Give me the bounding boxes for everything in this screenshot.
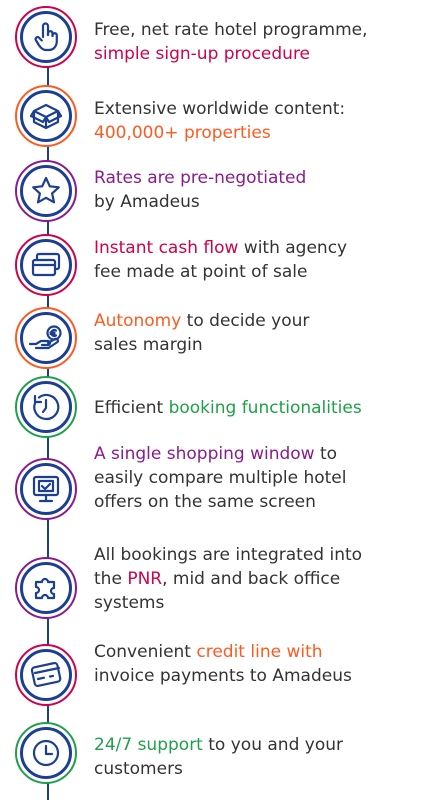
pointer-hand-icon (20, 11, 72, 63)
icon-badge (15, 85, 77, 147)
benefit-line: All bookings are integrated into (94, 545, 363, 565)
benefit-line: A single shopping window to (94, 442, 414, 466)
benefit-highlight: PNR (127, 569, 163, 589)
benefit-line: offers on the same screen (94, 492, 316, 512)
benefit-line: systems (94, 593, 165, 613)
benefit-highlight: simple sign-up procedure (94, 44, 311, 64)
clock-icon (20, 727, 72, 779)
benefit-highlight: Instant cash flow (94, 238, 239, 258)
monitor-check-icon (20, 463, 72, 515)
icon-badge (15, 458, 77, 520)
benefit-line: sales margin (94, 335, 203, 355)
puzzle-icon (20, 562, 72, 614)
benefit-text: Free, net rate hotel programme, simple s… (94, 18, 414, 66)
benefit-line: Convenient credit line with (94, 640, 414, 664)
benefit-line-start: the (94, 569, 128, 589)
benefit-line-rest: to (314, 444, 338, 464)
benefit-line-rest: , mid and back office (162, 569, 341, 589)
benefit-line: the PNR, mid and back office (94, 567, 414, 591)
benefit-text: Convenient credit line with invoice paym… (94, 640, 414, 688)
benefit-line: 24/7 support to you and your (94, 733, 414, 757)
benefit-highlight: credit line with (196, 642, 323, 662)
icon-badge (15, 644, 77, 706)
icon-badge (15, 160, 77, 222)
benefit-line: Instant cash flow with agency (94, 236, 414, 260)
benefit-text: Extensive worldwide content: 400,000+ pr… (94, 97, 414, 145)
benefit-text: Rates are pre-negotiated by Amadeus (94, 166, 414, 214)
benefit-text: Instant cash flow with agency fee made a… (94, 236, 414, 284)
box-icon (20, 90, 72, 142)
benefit-text: 24/7 support to you and your customers (94, 733, 414, 781)
benefit-line-rest: to you and your (202, 735, 343, 755)
benefit-highlight: 400,000+ properties (94, 123, 271, 143)
benefit-line: fee made at point of sale (94, 262, 308, 282)
benefit-line: by Amadeus (94, 192, 200, 212)
benefit-line: Extensive worldwide content: (94, 99, 346, 119)
benefit-highlight: A single shopping window (94, 444, 315, 464)
icon-badge (15, 307, 77, 369)
star-icon (20, 165, 72, 217)
icon-badge (15, 557, 77, 619)
benefit-line-rest: to decide your (181, 311, 310, 331)
benefit-highlight: 24/7 support (94, 735, 203, 755)
benefit-line-start: Efficient (94, 398, 169, 418)
benefit-text: Autonomy to decide your sales margin (94, 309, 414, 357)
euro-hand-icon (20, 312, 72, 364)
card-icon (20, 239, 72, 291)
benefit-line: Autonomy to decide your (94, 309, 414, 333)
clock-arrow-icon (20, 381, 72, 433)
benefit-line: easily compare multiple hotel (94, 468, 347, 488)
benefit-line: Free, net rate hotel programme, (94, 20, 368, 40)
benefit-line-start: Convenient (94, 642, 197, 662)
icon-badge (15, 376, 77, 438)
benefit-text: Efficient booking functionalities (94, 396, 414, 420)
benefit-highlight: Autonomy (94, 311, 182, 331)
benefit-highlight: Rates are pre-negotiated (94, 168, 307, 188)
benefit-line-rest: with agency (238, 238, 348, 258)
credit-card-icon (20, 649, 72, 701)
benefit-line: Efficient booking functionalities (94, 396, 414, 420)
benefit-line: customers (94, 759, 183, 779)
benefit-line: invoice payments to Amadeus (94, 666, 352, 686)
icon-badge (15, 234, 77, 296)
icon-badge (15, 722, 77, 784)
benefit-text: A single shopping window to easily compa… (94, 442, 414, 514)
benefit-highlight: booking functionalities (168, 398, 362, 418)
icon-badge (15, 6, 77, 68)
benefit-text: All bookings are integrated into the PNR… (94, 543, 414, 615)
